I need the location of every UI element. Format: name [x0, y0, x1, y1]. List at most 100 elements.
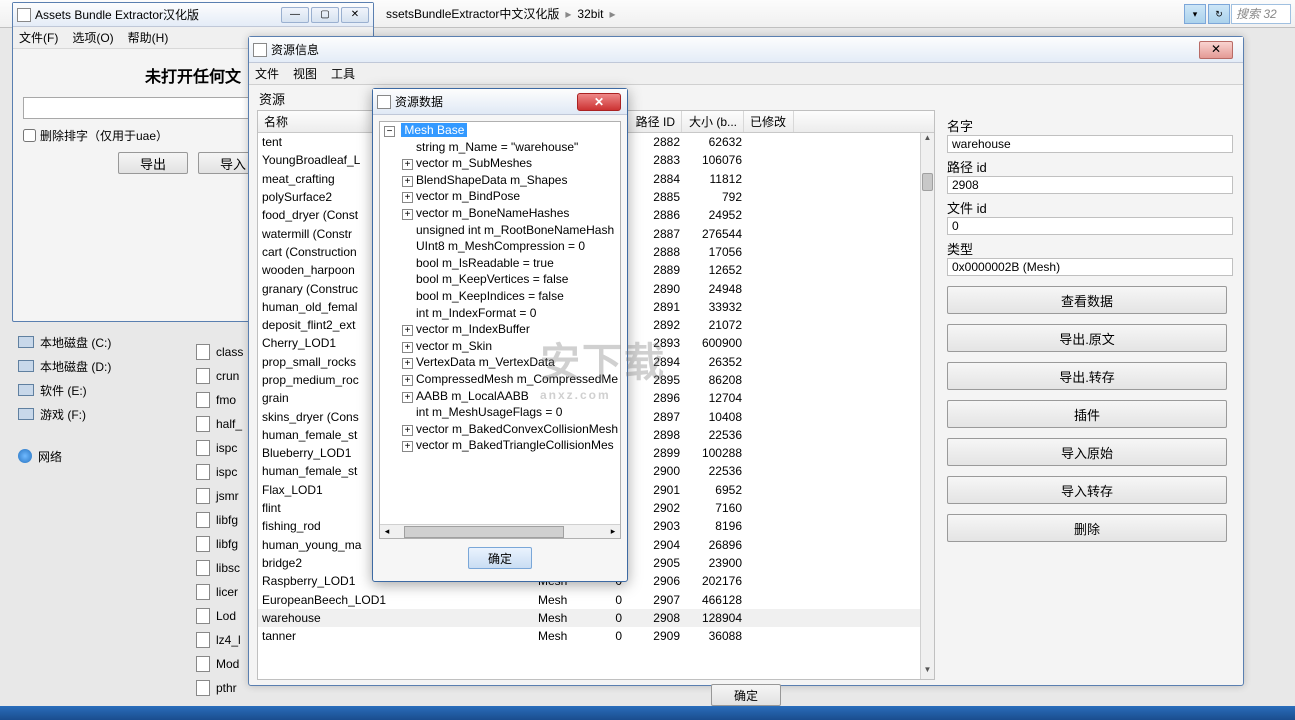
property-tree[interactable]: − Mesh Base string m_Name = "warehouse"+…	[379, 121, 621, 539]
file-item[interactable]: ispc	[196, 436, 243, 460]
tree-node[interactable]: +vector m_SubMeshes	[380, 155, 620, 172]
table-row[interactable]: warehouseMesh02908128904	[258, 609, 920, 627]
expand-icon[interactable]: +	[402, 425, 413, 436]
tree-node[interactable]: +AABB m_LocalAABB	[380, 388, 620, 405]
tree-node[interactable]: unsigned int m_RootBoneNameHash	[380, 222, 620, 239]
scroll-right-icon[interactable]: ▸	[606, 526, 620, 537]
file-item[interactable]: Mod	[196, 652, 243, 676]
plugins-button[interactable]: 插件	[947, 400, 1227, 428]
expand-icon[interactable]: +	[402, 176, 413, 187]
file-item[interactable]: lz4_l	[196, 628, 243, 652]
expand-icon[interactable]: +	[402, 441, 413, 452]
tree-node[interactable]: +vector m_BakedConvexCollisionMesh	[380, 421, 620, 438]
checkbox-icon[interactable]	[23, 129, 36, 142]
dropdown-icon[interactable]: ▾	[1184, 4, 1206, 24]
tree-node[interactable]: +CompressedMesh m_CompressedMe	[380, 371, 620, 388]
export-button[interactable]: 导出	[118, 152, 188, 174]
expand-icon[interactable]: +	[402, 209, 413, 220]
window-title: Assets Bundle Extractor汉化版	[35, 6, 281, 23]
tree-node[interactable]: +BlendShapeData m_Shapes	[380, 172, 620, 189]
view-data-button[interactable]: 查看数据	[947, 286, 1227, 314]
menu-tools[interactable]: 工具	[331, 65, 355, 82]
window-icon	[377, 95, 391, 109]
col-size[interactable]: 大小 (b...	[682, 111, 744, 132]
file-item[interactable]: Lod	[196, 604, 243, 628]
scroll-down-icon[interactable]: ▼	[921, 665, 934, 679]
tree-node[interactable]: +vector m_BindPose	[380, 188, 620, 205]
expand-icon[interactable]: +	[402, 392, 413, 403]
tree-node[interactable]: bool m_KeepIndices = false	[380, 288, 620, 305]
breadcrumb-part[interactable]: ssetsBundleExtractor中文汉化版	[380, 5, 565, 22]
scrollbar-thumb[interactable]	[922, 173, 933, 191]
delete-button[interactable]: 删除	[947, 514, 1227, 542]
tree-node[interactable]: +vector m_BakedTriangleCollisionMes	[380, 437, 620, 454]
expand-icon[interactable]: +	[402, 192, 413, 203]
file-icon	[196, 368, 210, 384]
file-item[interactable]: pthr	[196, 676, 243, 700]
ok-button[interactable]: 确定	[468, 547, 532, 569]
expand-icon[interactable]: +	[402, 159, 413, 170]
scrollbar-thumb[interactable]	[404, 526, 564, 538]
expand-icon[interactable]: +	[402, 325, 413, 336]
scroll-up-icon[interactable]: ▲	[921, 133, 934, 147]
network-icon	[18, 449, 32, 463]
maximize-button[interactable]: ▢	[311, 7, 339, 23]
file-item[interactable]: ispc	[196, 460, 243, 484]
disk-icon	[18, 336, 34, 348]
tree-node[interactable]: +VertexData m_VertexData	[380, 354, 620, 371]
export-dump-button[interactable]: 导出.转存	[947, 362, 1227, 390]
horizontal-scrollbar[interactable]: ◂ ▸	[380, 524, 620, 538]
file-item[interactable]: libfg	[196, 532, 243, 556]
file-item[interactable]: licer	[196, 580, 243, 604]
import-dump-button[interactable]: 导入转存	[947, 476, 1227, 504]
menu-view[interactable]: 视图	[293, 65, 317, 82]
file-item[interactable]: class	[196, 340, 243, 364]
import-raw-button[interactable]: 导入原始	[947, 438, 1227, 466]
tree-node[interactable]: string m_Name = "warehouse"	[380, 139, 620, 156]
tree-root[interactable]: − Mesh Base	[380, 122, 620, 139]
tree-node[interactable]: +vector m_Skin	[380, 338, 620, 355]
menu-file[interactable]: 文件(F)	[19, 29, 58, 46]
value-fileid: 0	[947, 217, 1233, 235]
close-button[interactable]: ✕	[577, 93, 621, 111]
scroll-left-icon[interactable]: ◂	[380, 526, 394, 537]
table-row[interactable]: EuropeanBeech_LOD1Mesh02907466128	[258, 590, 920, 608]
expand-icon[interactable]: +	[402, 342, 413, 353]
taskbar[interactable]	[0, 706, 1295, 720]
menu-file[interactable]: 文件	[255, 65, 279, 82]
close-button[interactable]: ✕	[1199, 41, 1233, 59]
vertical-scrollbar[interactable]: ▲ ▼	[920, 133, 934, 679]
file-item[interactable]: jsmr	[196, 484, 243, 508]
close-button[interactable]: ✕	[341, 7, 369, 23]
tree-node[interactable]: +vector m_BoneNameHashes	[380, 205, 620, 222]
explorer-search-input[interactable]: 搜索 32	[1231, 4, 1291, 24]
expand-icon[interactable]: +	[402, 375, 413, 386]
tree-node[interactable]: int m_IndexFormat = 0	[380, 305, 620, 322]
file-icon	[196, 512, 210, 528]
file-icon	[196, 584, 210, 600]
tree-node[interactable]: +vector m_IndexBuffer	[380, 321, 620, 338]
tree-node[interactable]: bool m_IsReadable = true	[380, 255, 620, 272]
expand-icon[interactable]: +	[402, 358, 413, 369]
tree-node[interactable]: UInt8 m_MeshCompression = 0	[380, 238, 620, 255]
file-item[interactable]: fmo	[196, 388, 243, 412]
breadcrumb-part[interactable]: 32bit	[571, 7, 609, 21]
col-modified[interactable]: 已修改	[744, 111, 794, 132]
export-raw-button[interactable]: 导出.原文	[947, 324, 1227, 352]
tree-node[interactable]: bool m_KeepVertices = false	[380, 271, 620, 288]
refresh-icon[interactable]: ↻	[1208, 4, 1230, 24]
tree-node[interactable]: int m_MeshUsageFlags = 0	[380, 404, 620, 421]
table-row[interactable]: tannerMesh0290936088	[258, 627, 920, 645]
file-item[interactable]: crun	[196, 364, 243, 388]
menu-help[interactable]: 帮助(H)	[128, 29, 169, 46]
minimize-button[interactable]: —	[281, 7, 309, 23]
file-icon	[196, 392, 210, 408]
col-pathid[interactable]: 路径 ID	[624, 111, 682, 132]
ok-button[interactable]: 确定	[711, 684, 781, 706]
collapse-icon[interactable]: −	[384, 126, 395, 137]
file-item[interactable]: libsc	[196, 556, 243, 580]
menu-options[interactable]: 选项(O)	[72, 29, 113, 46]
file-icon	[196, 464, 210, 480]
file-item[interactable]: libfg	[196, 508, 243, 532]
file-item[interactable]: half_	[196, 412, 243, 436]
